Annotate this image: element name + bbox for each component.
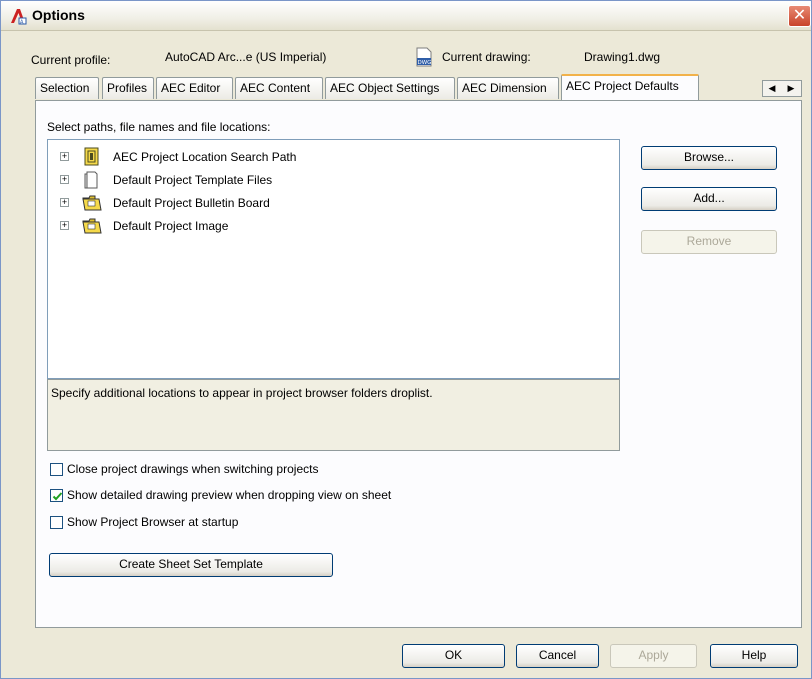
folder-icon xyxy=(82,195,102,211)
current-drawing-label: Current drawing: xyxy=(442,50,531,64)
tab-selection[interactable]: Selection xyxy=(35,77,99,99)
project-browser-startup-label: Show Project Browser at startup xyxy=(67,515,239,529)
expand-icon[interactable]: + xyxy=(60,152,69,161)
tree-item-label: Default Project Template Files xyxy=(113,173,273,187)
paths-heading: Select paths, file names and file locati… xyxy=(47,120,271,134)
window-title: Options xyxy=(32,7,85,23)
tab-aec-project-defaults[interactable]: AEC Project Defaults xyxy=(561,74,699,100)
tree-item-label: AEC Project Location Search Path xyxy=(113,150,297,164)
current-profile-label: Current profile: xyxy=(31,53,111,67)
detailed-preview-label: Show detailed drawing preview when dropp… xyxy=(67,488,392,502)
drawing-file-icon: DWG xyxy=(416,47,432,67)
close-button[interactable]: ✕ xyxy=(788,5,811,27)
tab-scroll-right-icon[interactable]: ▶ xyxy=(782,83,800,94)
cancel-button[interactable]: Cancel xyxy=(516,644,599,668)
checkmark-icon xyxy=(52,492,63,501)
description-text: Specify additional locations to appear i… xyxy=(51,386,433,400)
title-bar: A Options ✕ xyxy=(1,1,811,31)
options-dialog: A Options ✕ Current profile: AutoCAD Arc… xyxy=(0,0,812,679)
close-drawings-checkbox[interactable] xyxy=(50,463,63,476)
current-profile-value: AutoCAD Arc...e (US Imperial) xyxy=(165,50,327,64)
folder-icon xyxy=(82,218,102,234)
detailed-preview-checkbox[interactable] xyxy=(50,489,63,502)
add-button[interactable]: Add... xyxy=(641,187,777,211)
browse-button[interactable]: Browse... xyxy=(641,146,777,170)
tab-aec-editor[interactable]: AEC Editor xyxy=(156,77,233,99)
ok-button[interactable]: OK xyxy=(402,644,505,668)
current-drawing-value: Drawing1.dwg xyxy=(584,50,661,64)
paths-tree[interactable]: + AEC Project Location Search Path + Def… xyxy=(47,139,620,379)
autocad-app-icon: A xyxy=(11,9,27,26)
apply-button[interactable]: Apply xyxy=(610,644,697,668)
tree-item-project-location[interactable]: + AEC Project Location Search Path xyxy=(48,147,619,169)
tree-item-project-image[interactable]: + Default Project Image xyxy=(48,216,619,238)
tab-profiles[interactable]: Profiles xyxy=(102,77,154,99)
tree-item-label: Default Project Bulletin Board xyxy=(113,196,270,210)
description-box: Specify additional locations to appear i… xyxy=(47,379,620,451)
tree-item-template-files[interactable]: + Default Project Template Files xyxy=(48,170,619,192)
help-button[interactable]: Help xyxy=(710,644,798,668)
tree-item-bulletin-board[interactable]: + Default Project Bulletin Board xyxy=(48,193,619,215)
template-file-icon xyxy=(84,171,98,189)
expand-icon[interactable]: + xyxy=(60,221,69,230)
remove-button[interactable]: Remove xyxy=(641,230,777,254)
tab-aec-object-settings[interactable]: AEC Object Settings xyxy=(325,77,455,99)
expand-icon[interactable]: + xyxy=(60,175,69,184)
close-icon: ✕ xyxy=(792,7,807,24)
tab-scroll-buttons: ◀ ▶ xyxy=(762,80,802,97)
tab-aec-dimension[interactable]: AEC Dimension xyxy=(457,77,559,99)
tree-item-label: Default Project Image xyxy=(113,219,229,233)
create-sheet-set-template-button[interactable]: Create Sheet Set Template xyxy=(49,553,333,577)
svg-text:DWG: DWG xyxy=(418,60,432,66)
close-drawings-label: Close project drawings when switching pr… xyxy=(67,462,319,476)
svg-text:A: A xyxy=(20,20,24,26)
tab-aec-content[interactable]: AEC Content xyxy=(235,77,323,99)
project-location-icon xyxy=(84,147,99,166)
project-browser-startup-checkbox[interactable] xyxy=(50,516,63,529)
tab-scroll-left-icon[interactable]: ◀ xyxy=(763,83,781,94)
expand-icon[interactable]: + xyxy=(60,198,69,207)
